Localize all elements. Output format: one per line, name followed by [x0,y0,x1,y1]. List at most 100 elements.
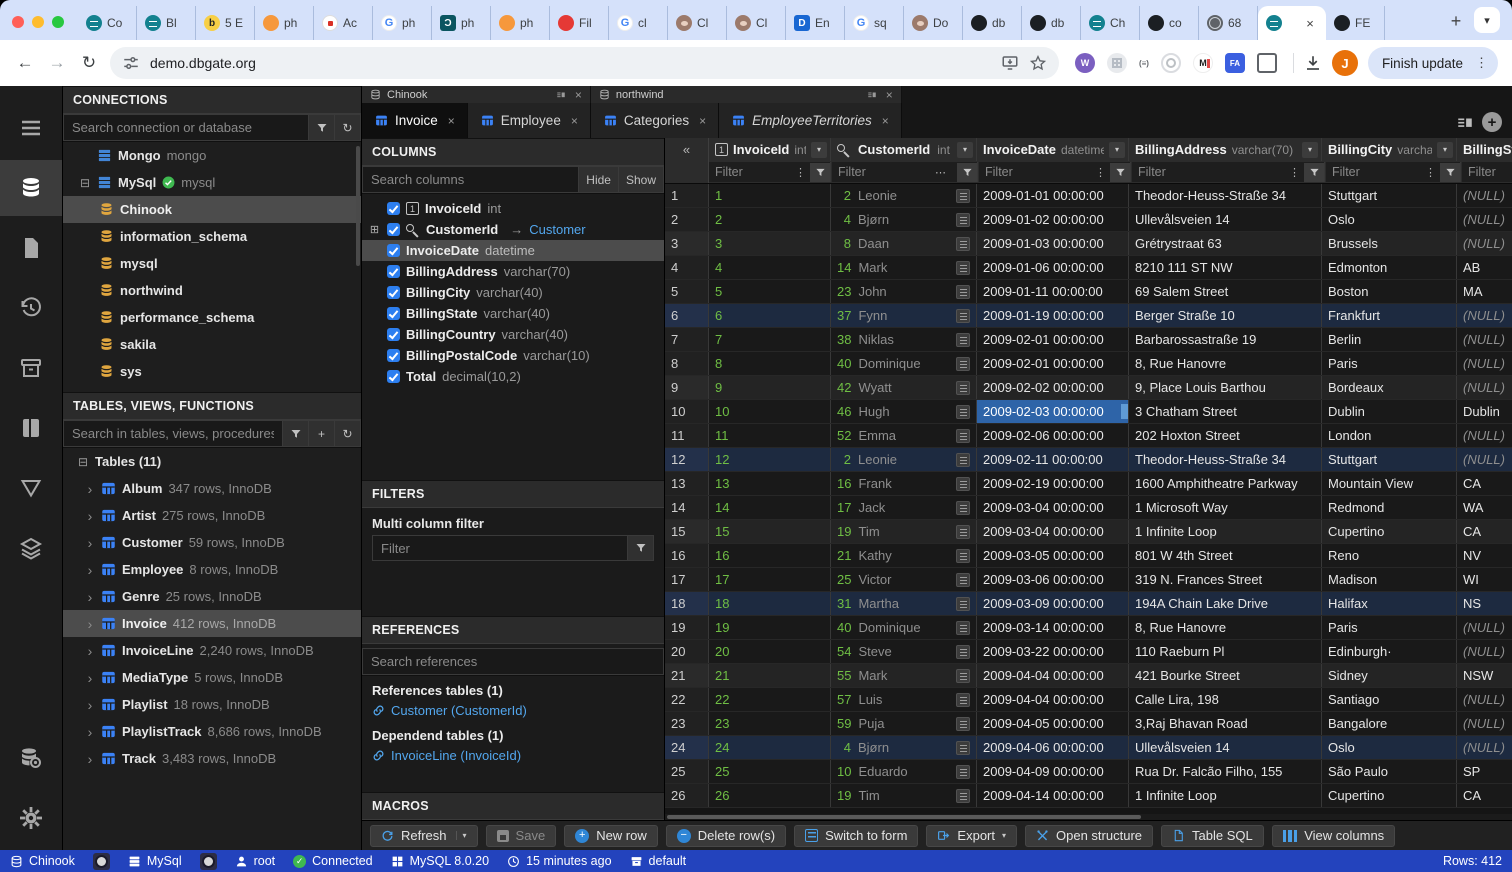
cell-invoicedate[interactable]: 2009-03-06 00:00:00 [977,568,1129,591]
expand-arrow-icon[interactable]: › [85,481,95,497]
expand-arrow-icon[interactable]: › [85,589,95,605]
cell-invoicedate[interactable]: 2009-04-14 00:00:00 [977,784,1129,807]
refresh-dropdown-icon[interactable]: ▾ [456,831,467,840]
table-row[interactable]: 20 20 54 Steve 2009-03-22 00:00:00 110 R… [665,640,1512,664]
hide-button[interactable]: Hide [579,166,619,193]
cell-invoicedate[interactable]: 2009-02-01 00:00:00 [977,352,1129,375]
cell-invoiceid[interactable]: 26 [709,784,831,807]
table-item[interactable]: › Playlist 18 rows, InnoDB [63,691,361,718]
refresh-icon[interactable]: ↻ [335,420,361,447]
view-columns-button[interactable]: View columns [1272,825,1395,847]
browser-tab[interactable]: ph × [491,6,550,40]
column-filter-input[interactable] [985,165,1091,179]
cell-billingcity[interactable]: Sidney [1322,664,1457,687]
filter-funnel-icon[interactable] [957,163,977,182]
cell-invoicedate[interactable]: 2009-04-06 00:00:00 [977,736,1129,759]
row-detail-icon[interactable] [956,357,970,371]
export-dropdown-icon[interactable]: ▾ [1002,831,1006,840]
table-row[interactable]: 4 4 14 Mark 2009-01-06 00:00:00 8210 111… [665,256,1512,280]
cell-customerid[interactable]: 42 Wyatt [831,376,977,399]
cell-billingaddress[interactable]: 421 Bourke Street [1129,664,1322,687]
table-item[interactable]: › InvoiceLine 2,240 rows, InnoDB [63,637,361,664]
minimize-window-button[interactable] [32,16,44,28]
status-profile[interactable]: default [630,854,687,868]
file-tab[interactable]: Invoice × [362,103,468,138]
cell-customerid[interactable]: 38 Niklas [831,328,977,351]
cell-invoicedate[interactable]: 2009-01-19 00:00:00 [977,304,1129,327]
extension-icon[interactable] [1107,53,1127,73]
cell-billingcity[interactable]: Halifax [1322,592,1457,615]
table-row[interactable]: 18 18 31 Martha 2009-03-09 00:00:00 194A… [665,592,1512,616]
cell-billingstate[interactable]: Dublin [1457,400,1512,423]
table-row[interactable]: 13 13 16 Frank 2009-02-19 00:00:00 1600 … [665,472,1512,496]
cell-customerid[interactable]: 46 Hugh [831,400,977,423]
browser-tab[interactable]: co × [1140,6,1199,40]
back-button[interactable]: ← [14,53,36,73]
settings-gear-icon[interactable] [0,790,62,846]
cell-billingstate[interactable]: (NULL) [1457,640,1512,663]
table-item[interactable]: › Artist 275 rows, InnoDB [63,502,361,529]
cell-billingcity[interactable]: Dublin [1322,400,1457,423]
cell-invoiceid[interactable]: 24 [709,736,831,759]
table-row[interactable]: 3 3 8 Daan 2009-01-03 00:00:00 Grétrystr… [665,232,1512,256]
table-row[interactable]: 7 7 38 Niklas 2009-02-01 00:00:00 Barbar… [665,328,1512,352]
cell-invoicedate[interactable]: 2009-04-04 00:00:00 [977,664,1129,687]
table-row[interactable]: 19 19 40 Dominique 2009-03-14 00:00:00 8… [665,616,1512,640]
connection-mysql[interactable]: ⊟ MySql mysql [63,169,361,196]
row-detail-icon[interactable] [956,525,970,539]
cell-invoicedate[interactable]: 2009-01-03 00:00:00 [977,232,1129,255]
cell-customerid[interactable]: 55 Mark [831,664,977,687]
new-tab-button[interactable]: + [1442,7,1470,35]
cell-billingstate[interactable]: CA [1457,784,1512,807]
cell-billingcity[interactable]: Santiago [1322,688,1457,711]
row-detail-icon[interactable] [956,429,970,443]
split-icon[interactable] [556,90,566,100]
cell-billingaddress[interactable]: Theodor-Heuss-Straße 34 [1129,448,1322,471]
row-detail-icon[interactable] [956,381,970,395]
extension-icon[interactable] [1161,53,1181,73]
browser-tab[interactable]: db × [963,6,1022,40]
forward-button[interactable]: → [46,53,68,73]
cell-customerid[interactable]: 25 Victor [831,568,977,591]
save-button[interactable]: Save [486,825,557,847]
database-item[interactable]: sakila [63,331,361,358]
plugins-icon[interactable] [0,400,62,456]
cell-billingcity[interactable]: Stuttgart [1322,184,1457,207]
cell-invoiceid[interactable]: 3 [709,232,831,255]
downloads-icon[interactable] [1304,54,1322,72]
cell-billingaddress[interactable]: 3 Chatham Street [1129,400,1322,423]
cell-invoiceid[interactable]: 25 [709,760,831,783]
column-filter-input[interactable] [715,165,791,179]
cell-customerid[interactable]: 54 Steve [831,640,977,663]
row-detail-icon[interactable] [956,477,970,491]
table-row[interactable]: 17 17 25 Victor 2009-03-06 00:00:00 319 … [665,568,1512,592]
cell-billingcity[interactable]: Frankfurt [1322,304,1457,327]
show-button[interactable]: Show [619,166,664,193]
cell-invoiceid[interactable]: 6 [709,304,831,327]
cell-customerid[interactable]: 19 Tim [831,784,977,807]
browser-tab[interactable]: Ch × [1081,6,1140,40]
bookmark-star-icon[interactable] [1029,54,1047,72]
cell-billingcity[interactable]: Edmonton [1322,256,1457,279]
table-row[interactable]: 12 12 2 Leonie 2009-02-11 00:00:00 Theod… [665,448,1512,472]
cell-billingcity[interactable]: Stuttgart [1322,448,1457,471]
cell-customerid[interactable]: 23 John [831,280,977,303]
cell-invoiceid[interactable]: 11 [709,424,831,447]
expand-icon[interactable]: ⊞ [368,223,381,236]
references-section-header[interactable]: REFERENCES [362,616,664,644]
cell-billingaddress[interactable]: 1 Microsoft Way [1129,496,1322,519]
filter-menu-icon[interactable]: ⋯ [931,166,950,179]
browser-tab[interactable]: db × [1022,6,1081,40]
filter-menu-icon[interactable]: ⋮ [1421,166,1440,179]
cell-billingcity[interactable]: Edinburgh· [1322,640,1457,663]
cell-invoicedate[interactable]: 2009-04-04 00:00:00 [977,688,1129,711]
collapse-icon[interactable]: ⊟ [77,455,89,469]
cell-invoicedate[interactable]: 2009-02-01 00:00:00 [977,328,1129,351]
column-menu-button[interactable]: ▾ [957,142,973,158]
column-checkbox[interactable] [387,349,400,362]
cell-customerid[interactable]: 4 Bjørn [831,208,977,231]
database-item[interactable]: mysql [63,250,361,277]
browser-tab[interactable]: Bl × [137,6,196,40]
filter-funnel-icon[interactable] [628,535,654,561]
cell-billingaddress[interactable]: 110 Raeburn Pl [1129,640,1322,663]
